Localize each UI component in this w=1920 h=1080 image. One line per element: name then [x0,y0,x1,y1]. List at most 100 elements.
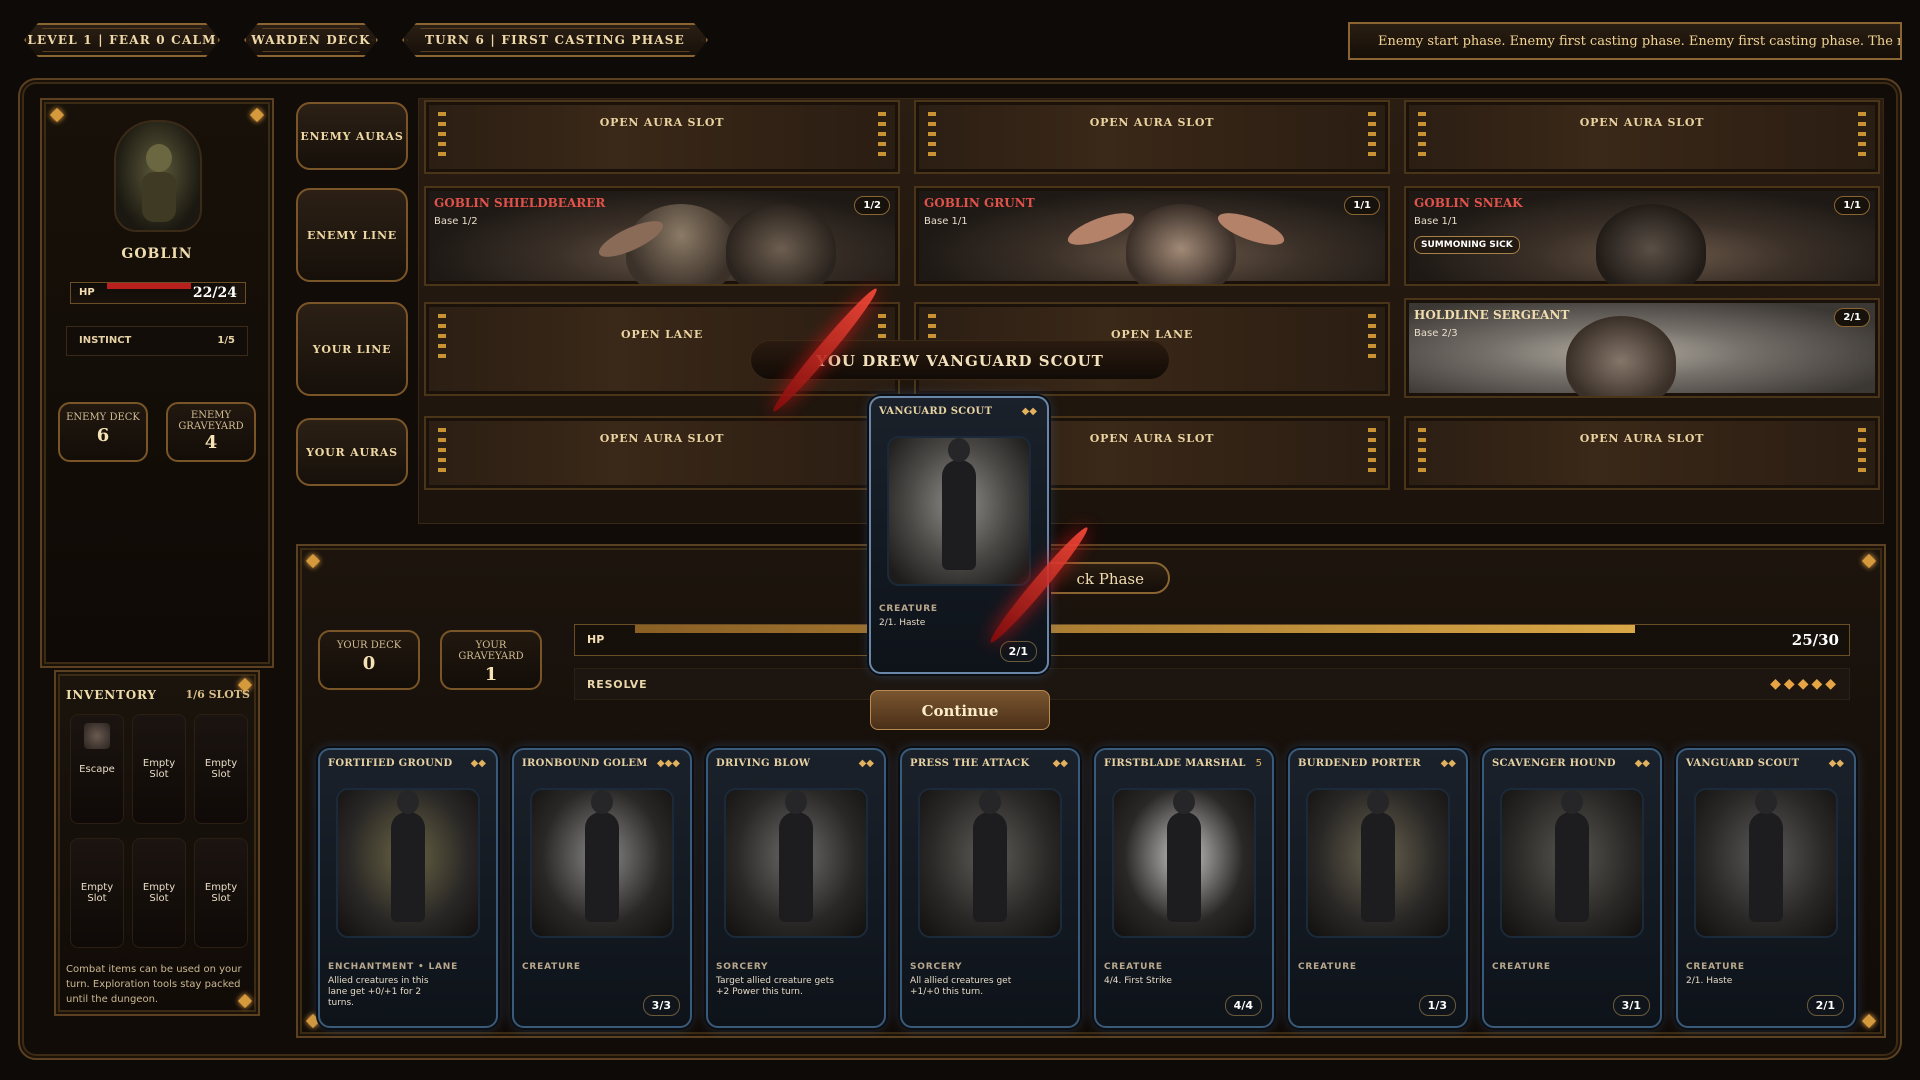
your-deck-value: 0 [362,653,376,674]
resolve-pips: ◆◆◆◆◆ [1770,676,1839,692]
drawn-card[interactable]: VANGUARD SCOUT ◆◆ CREATURE 2/1. Haste 2/… [869,396,1049,674]
hand-card[interactable]: DRIVING BLOW ◆◆ SORCERY Target allied creat… [706,748,886,1028]
card-name: SCAVENGER HOUND [1492,758,1616,769]
unit-name: HOLDLINE SERGEANT [1414,308,1570,322]
card-type: CREATURE [1104,962,1163,972]
your-deck-label: YOUR DECK [336,640,402,651]
enemy-aura-slot[interactable]: OPEN AURA SLOT [424,100,900,174]
continue-button[interactable]: Continue [870,690,1050,730]
card-art [918,788,1062,938]
card-type: SORCERY [716,962,769,972]
card-name: BURDENED PORTER [1298,758,1421,769]
your-aura-slot[interactable]: OPEN AURA SLOT [424,416,900,490]
enemy-deck-counter: ENEMY DECK 6 [58,402,148,462]
unit-stats: 1/1 [1834,196,1870,215]
enemy-aura-slot[interactable]: OPEN AURA SLOT [914,100,1390,174]
card-art [1112,788,1256,938]
instinct-label: INSTINCT [79,335,132,346]
card-cost: ◆◆ [1440,758,1456,769]
your-deck-counter: YOUR DECK 0 [318,630,420,690]
resolve-label: RESOLVE [587,678,648,691]
inventory-item-label: Empty Slot [142,882,176,904]
card-art [887,436,1031,586]
figure-icon [1361,790,1395,922]
enemy-unit-goblin-shieldbearer[interactable]: GOBLIN SHIELDBEARER Base 1/2 1/2 [424,186,900,286]
card-name: VANGUARD SCOUT [879,406,993,417]
card-stats: 3/3 [642,995,680,1016]
enemy-graveyard-value: 4 [204,432,218,453]
figure-icon [585,790,619,922]
your-graveyard-label: YOUR GRAVEYARD [458,640,524,662]
inventory-note: Combat items can be used on your turn. E… [66,964,242,1005]
your-aura-slot[interactable]: OPEN AURA SLOT [1404,416,1880,490]
enemy-unit-goblin-grunt[interactable]: GOBLIN GRUNT Base 1/1 1/1 [914,186,1390,286]
instinct-value: 1/5 [217,335,235,346]
enemy-hp-value: 22/24 [192,285,237,301]
enemy-aura-slot[interactable]: OPEN AURA SLOT [1404,100,1880,174]
card-name: VANGUARD SCOUT [1686,758,1800,769]
enemy-panel: GOBLIN HP 22/24 INSTINCT 1/5 ENEMY DECK … [40,98,274,668]
inventory-panel: INVENTORY 1/6 SLOTS Escape Empty Slot Em… [54,670,260,1016]
unit-base-stats: Base 1/1 [1414,216,1458,227]
card-type: CREATURE [879,604,938,614]
escape-icon [84,723,110,749]
card-type: SORCERY [910,962,963,972]
figure-icon [779,790,813,922]
card-name: FORTIFIED GROUND [328,758,453,769]
hand-card[interactable]: BURDENED PORTER ◆◆ CREATURE 1/3 [1288,748,1468,1028]
unit-base-stats: Base 1/1 [924,216,968,227]
inventory-slot-escape[interactable]: Escape [70,714,124,824]
your-unit-holdline-sergeant[interactable]: HOLDLINE SERGEANT Base 2/3 2/1 [1404,298,1880,398]
inventory-item-label: Empty Slot [80,882,114,904]
inventory-slots-count: 1/6 SLOTS [185,688,250,701]
player-hp-bar: HP 25/30 [574,624,1850,656]
summoning-sick-badge: SUMMONING SICK [1414,236,1520,254]
turn-phase-indicator: TURN 6 | FIRST CASTING PHASE [402,23,708,57]
card-type: ENCHANTMENT • LANE [328,962,459,972]
unit-base-stats: Base 1/2 [434,216,478,227]
enemy-portrait [114,120,202,232]
hand-card[interactable]: PRESS THE ATTACK ◆◆ SORCERY All allied crea… [900,748,1080,1028]
hand-card[interactable]: IRONBOUND GOLEM ◆◆◆ CREATURE 3/3 [512,748,692,1028]
enemy-unit-goblin-sneak[interactable]: GOBLIN SNEAK Base 1/1 SUMMONING SICK 1/1 [1404,186,1880,286]
card-stats: 2/1 [999,641,1037,662]
inventory-slot[interactable]: Empty Slot [70,838,124,948]
inventory-title: INVENTORY [66,688,157,702]
hand-card[interactable]: SCAVENGER HOUND ◆◆ CREATURE 3/1 [1482,748,1662,1028]
card-description: All allied creatures get +1/+0 this turn… [910,976,1012,997]
unit-base-stats: Base 2/3 [1414,328,1458,339]
card-name: PRESS THE ATTACK [910,758,1030,769]
inventory-slot[interactable]: Empty Slot [194,714,248,824]
event-log-text: Enemy start phase. Enemy first casting p… [1378,34,1902,49]
card-art [530,788,674,938]
enemy-deck-label: ENEMY DECK [66,412,140,423]
player-hp-label: HP [587,633,605,646]
hand-card[interactable]: VANGUARD SCOUT ◆◆ CREATURE 2/1. Haste 2/1 [1676,748,1856,1028]
card-type: CREATURE [1686,962,1745,972]
card-cost: 5 [1255,758,1262,769]
aura-slot-label: OPEN AURA SLOT [1579,116,1705,129]
figure-icon [391,790,425,922]
continue-label: Continue [921,702,999,720]
inventory-item-label: Escape [79,763,115,775]
card-stats: 4/4 [1224,995,1262,1016]
inventory-slot[interactable]: Empty Slot [132,838,186,948]
card-description: 4/4. First Strike [1104,976,1172,986]
resolve-bar: RESOLVE ◆◆◆◆◆ [574,668,1850,700]
card-cost: ◆◆ [858,758,874,769]
enemy-instinct: INSTINCT 1/5 [66,326,248,356]
row-label-enemy-auras: ENEMY AURAS [296,102,408,170]
card-type: CREATURE [1492,962,1551,972]
inventory-item-label: Empty Slot [142,758,176,780]
aura-slot-label: OPEN AURA SLOT [599,116,725,129]
inventory-slot[interactable]: Empty Slot [194,838,248,948]
inventory-slot[interactable]: Empty Slot [132,714,186,824]
card-type: CREATURE [1298,962,1357,972]
card-cost: ◆◆ [1021,406,1037,417]
hand-card[interactable]: FORTIFIED GROUND ◆◆ ENCHANTMENT • LANE Alli… [318,748,498,1028]
hand-card[interactable]: FIRSTBLADE MARSHAL 5 CREATURE 4/4. First St… [1094,748,1274,1028]
card-cost: ◆◆ [1828,758,1844,769]
aura-slot-label: OPEN AURA SLOT [599,432,725,445]
figure-icon [1167,790,1201,922]
card-cost: ◆◆ [470,758,486,769]
